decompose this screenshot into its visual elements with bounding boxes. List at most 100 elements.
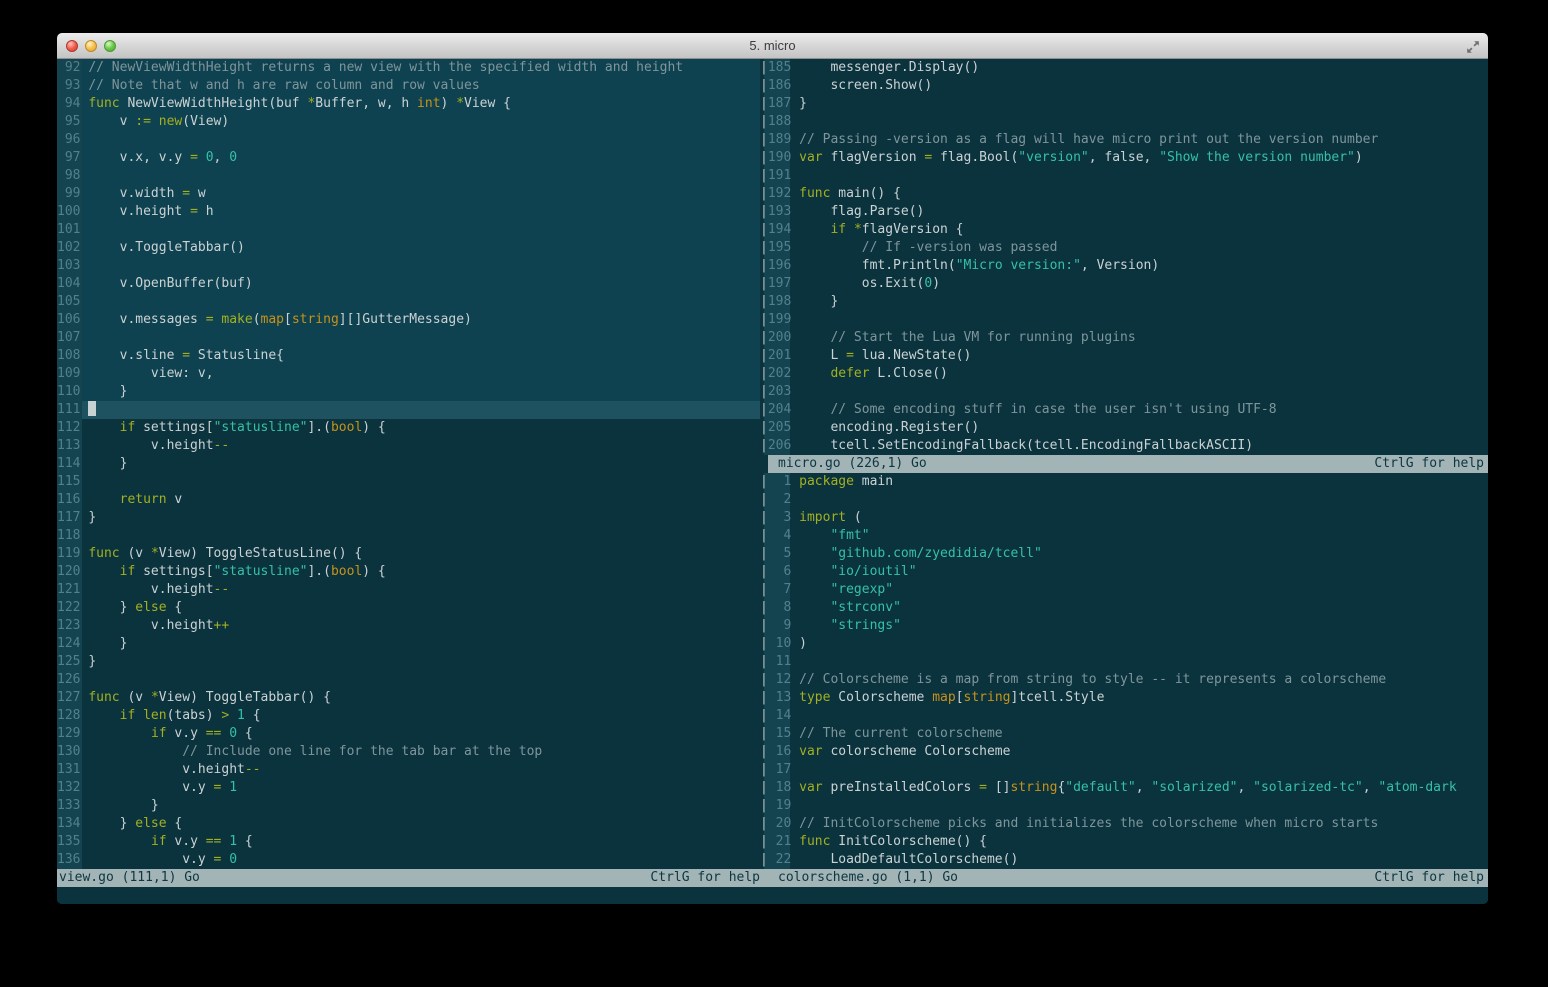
- code-line[interactable]: 114 }: [57, 455, 760, 473]
- code-line[interactable]: | 2: [760, 491, 1488, 509]
- code-line[interactable]: |203: [760, 383, 1488, 401]
- code-line[interactable]: | 10 ): [760, 635, 1488, 653]
- code-line[interactable]: | 7 "regexp": [760, 581, 1488, 599]
- code-line[interactable]: | 18 var preInstalledColors = []string{"…: [760, 779, 1488, 797]
- code-line[interactable]: 100 v.height = h: [57, 203, 760, 221]
- code-line[interactable]: 117 }: [57, 509, 760, 527]
- code-line[interactable]: 121 v.height--: [57, 581, 760, 599]
- code-line[interactable]: |204 // Some encoding stuff in case the …: [760, 401, 1488, 419]
- code-line[interactable]: 129 if v.y == 0 {: [57, 725, 760, 743]
- code-line[interactable]: | 22 LoadDefaultColorscheme(): [760, 851, 1488, 869]
- code-line[interactable]: | 5 "github.com/zyedidia/tcell": [760, 545, 1488, 563]
- code-line[interactable]: 92 // NewViewWidthHeight returns a new v…: [57, 59, 760, 77]
- minimize-button[interactable]: [85, 39, 97, 52]
- code-line[interactable]: |185 messenger.Display(): [760, 59, 1488, 77]
- code-line[interactable]: | 14: [760, 707, 1488, 725]
- code-token: bool: [330, 564, 363, 579]
- line-number: 13: [767, 690, 800, 705]
- code-line[interactable]: | 8 "strconv": [760, 599, 1488, 617]
- code-line[interactable]: 102 v.ToggleTabbar(): [57, 239, 760, 257]
- code-line[interactable]: 116 return v: [57, 491, 760, 509]
- code-line[interactable]: |200 // Start the Lua VM for running plu…: [760, 329, 1488, 347]
- pane-colorscheme-go[interactable]: | 1 package main | 2 | 3 import (| 4 "fmt…: [760, 473, 1488, 869]
- code-line[interactable]: | 13 type Colorscheme map[string]tcell.S…: [760, 689, 1488, 707]
- code-line[interactable]: 125 }: [57, 653, 760, 671]
- code-line[interactable]: 132 v.y = 1: [57, 779, 760, 797]
- code-line[interactable]: |186 screen.Show(): [760, 77, 1488, 95]
- code-line[interactable]: 97 v.x, v.y = 0, 0: [57, 149, 760, 167]
- code-line[interactable]: 131 v.height--: [57, 761, 760, 779]
- code-line[interactable]: | 3 import (: [760, 509, 1488, 527]
- code-line[interactable]: | 11: [760, 653, 1488, 671]
- code-line[interactable]: |195 // If -version was passed: [760, 239, 1488, 257]
- code-line[interactable]: 107: [57, 329, 760, 347]
- code-line[interactable]: |190 var flagVersion = flag.Bool("versio…: [760, 149, 1488, 167]
- code-line[interactable]: |201 L = lua.NewState(): [760, 347, 1488, 365]
- code-line[interactable]: |196 fmt.Println("Micro version:", Versi…: [760, 257, 1488, 275]
- code-line[interactable]: |198 }: [760, 293, 1488, 311]
- code-line[interactable]: |205 encoding.Register(): [760, 419, 1488, 437]
- fullscreen-resize-icon[interactable]: [1466, 39, 1480, 53]
- code-line[interactable]: 135 if v.y == 1 {: [57, 833, 760, 851]
- code-line[interactable]: 105: [57, 293, 760, 311]
- code-line[interactable]: 133 }: [57, 797, 760, 815]
- code-line[interactable]: 96: [57, 131, 760, 149]
- window-titlebar[interactable]: 5. micro: [57, 33, 1488, 59]
- code-line[interactable]: 136 v.y = 0: [57, 851, 760, 869]
- code-line[interactable]: 93 // Note that w and h are raw column a…: [57, 77, 760, 95]
- code-line[interactable]: | 4 "fmt": [760, 527, 1488, 545]
- code-line[interactable]: | 17: [760, 761, 1488, 779]
- code-line[interactable]: | 12 // Colorscheme is a map from string…: [760, 671, 1488, 689]
- code-line[interactable]: 118: [57, 527, 760, 545]
- code-line[interactable]: | 21 func InitColorscheme() {: [760, 833, 1488, 851]
- code-line[interactable]: | 16 var colorscheme Colorscheme: [760, 743, 1488, 761]
- code-line[interactable]: 111: [57, 401, 760, 419]
- pane-micro-go[interactable]: |185 messenger.Display() |186 screen.Show…: [760, 59, 1488, 455]
- code-line[interactable]: 123 v.height++: [57, 617, 760, 635]
- close-button[interactable]: [66, 39, 78, 52]
- code-line[interactable]: |189 // Passing -version as a flag will …: [760, 131, 1488, 149]
- code-line[interactable]: 115: [57, 473, 760, 491]
- code-line[interactable]: 124 }: [57, 635, 760, 653]
- code-line[interactable]: |191: [760, 167, 1488, 185]
- code-line[interactable]: 110 }: [57, 383, 760, 401]
- code-line[interactable]: 130 // Include one line for the tab bar …: [57, 743, 760, 761]
- code-line[interactable]: | 20 // InitColorscheme picks and initia…: [760, 815, 1488, 833]
- code-line[interactable]: | 15 // The current colorscheme: [760, 725, 1488, 743]
- code-line[interactable]: 101: [57, 221, 760, 239]
- code-line[interactable]: 113 v.height--: [57, 437, 760, 455]
- code-line[interactable]: 120 if settings["statusline"].(bool) {: [57, 563, 760, 581]
- code-line[interactable]: |199: [760, 311, 1488, 329]
- code-line[interactable]: | 1 package main: [760, 473, 1488, 491]
- code-line[interactable]: | 6 "io/ioutil": [760, 563, 1488, 581]
- code-line[interactable]: | 19: [760, 797, 1488, 815]
- code-line[interactable]: 94 func NewViewWidthHeight(buf * Buffer, …: [57, 95, 760, 113]
- code-line[interactable]: |193 flag.Parse(): [760, 203, 1488, 221]
- code-line[interactable]: |202 defer L.Close(): [760, 365, 1488, 383]
- code-line[interactable]: 99 v.width = w: [57, 185, 760, 203]
- code-line[interactable]: 98: [57, 167, 760, 185]
- code-line[interactable]: 109 view: v,: [57, 365, 760, 383]
- code-line[interactable]: 126: [57, 671, 760, 689]
- code-line[interactable]: 106 v.messages = make(map[string][]Gutte…: [57, 311, 760, 329]
- code-line[interactable]: 119 func (v *View) ToggleStatusLine() {: [57, 545, 760, 563]
- code-line[interactable]: |194 if *flagVersion {: [760, 221, 1488, 239]
- code-line[interactable]: 128 if len(tabs) > 1 {: [57, 707, 760, 725]
- code-line[interactable]: |187 }: [760, 95, 1488, 113]
- zoom-button[interactable]: [104, 39, 116, 52]
- code-token: ==: [205, 726, 222, 741]
- code-line[interactable]: |206 tcell.SetEncodingFallback(tcell.Enc…: [760, 437, 1488, 455]
- code-line[interactable]: 122 } else {: [57, 599, 760, 617]
- code-line[interactable]: 108 v.sline = Statusline{: [57, 347, 760, 365]
- code-line[interactable]: | 9 "strings": [760, 617, 1488, 635]
- code-line[interactable]: 112 if settings["statusline"].(bool) {: [57, 419, 760, 437]
- code-line[interactable]: 127 func (v *View) ToggleTabbar() {: [57, 689, 760, 707]
- pane-view-go[interactable]: 92 // NewViewWidthHeight returns a new v…: [57, 59, 760, 869]
- code-line[interactable]: 134 } else {: [57, 815, 760, 833]
- code-line[interactable]: |188: [760, 113, 1488, 131]
- code-line[interactable]: 103: [57, 257, 760, 275]
- code-line[interactable]: 95 v := new(View): [57, 113, 760, 131]
- code-line[interactable]: 104 v.OpenBuffer(buf): [57, 275, 760, 293]
- code-line[interactable]: |197 os.Exit(0): [760, 275, 1488, 293]
- code-line[interactable]: |192 func main() {: [760, 185, 1488, 203]
